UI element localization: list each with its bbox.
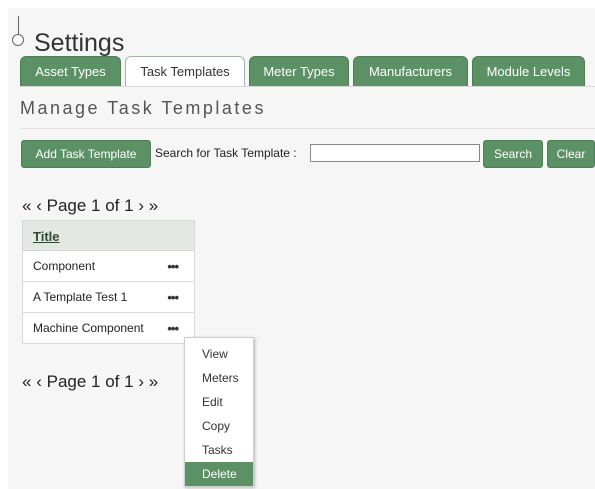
tab-manufacturers[interactable]: Manufacturers — [353, 56, 468, 86]
row-title: A Template Test 1 — [33, 290, 128, 304]
first-page-icon[interactable]: « — [22, 372, 31, 392]
tab-meter-types[interactable]: Meter Types — [249, 56, 349, 86]
add-task-template-button[interactable]: Add Task Template — [21, 140, 151, 168]
first-page-icon[interactable]: « — [22, 196, 31, 216]
grid-header: Title — [22, 220, 195, 251]
table-row: Machine Component ••• — [22, 313, 195, 344]
tree-node-icon[interactable] — [12, 34, 24, 46]
row-context-menu: View Meters Edit Copy Tasks Delete — [184, 337, 254, 487]
prev-page-icon[interactable]: ‹ — [36, 196, 42, 216]
menu-item-delete[interactable]: Delete — [185, 462, 253, 486]
menu-item-copy[interactable]: Copy — [185, 414, 253, 438]
section-title: Manage Task Templates — [20, 98, 266, 118]
last-page-icon[interactable]: » — [149, 196, 158, 216]
section-divider — [20, 128, 595, 129]
menu-item-view[interactable]: View — [185, 342, 253, 366]
table-row: A Template Test 1 ••• — [22, 282, 195, 313]
page-indicator: Page 1 of 1 — [46, 372, 134, 391]
more-options-icon[interactable]: ••• — [167, 251, 179, 282]
prev-page-icon[interactable]: ‹ — [36, 372, 42, 392]
pager-top: « ‹ Page 1 of 1 › » — [22, 196, 158, 218]
next-page-icon[interactable]: › — [138, 196, 144, 216]
clear-button[interactable]: Clear — [547, 140, 595, 168]
row-title: Component — [33, 259, 96, 273]
column-title-sort[interactable]: Title — [33, 229, 60, 244]
search-input[interactable] — [310, 144, 480, 162]
search-label: Search for Task Template : — [155, 146, 297, 160]
tab-asset-types[interactable]: Asset Types — [20, 56, 121, 86]
page-indicator: Page 1 of 1 — [46, 196, 134, 215]
tab-task-templates[interactable]: Task Templates — [125, 56, 245, 87]
menu-item-meters[interactable]: Meters — [185, 366, 253, 390]
table-row: Component ••• — [22, 251, 195, 282]
next-page-icon[interactable]: › — [138, 372, 144, 392]
last-page-icon[interactable]: » — [149, 372, 158, 392]
menu-item-tasks[interactable]: Tasks — [185, 438, 253, 462]
page-title: Settings — [34, 29, 125, 57]
row-title: Machine Component — [33, 321, 144, 335]
pager-bottom: « ‹ Page 1 of 1 › » — [22, 372, 158, 394]
more-options-icon[interactable]: ••• — [167, 282, 179, 313]
more-options-icon[interactable]: ••• — [167, 313, 179, 344]
tabs-divider — [20, 86, 595, 87]
tree-connector-line — [18, 16, 19, 36]
tab-module-levels[interactable]: Module Levels — [472, 56, 585, 86]
task-templates-grid: Title Component ••• A Template Test 1 ••… — [22, 220, 195, 344]
search-button[interactable]: Search — [483, 140, 543, 168]
menu-item-edit[interactable]: Edit — [185, 390, 253, 414]
